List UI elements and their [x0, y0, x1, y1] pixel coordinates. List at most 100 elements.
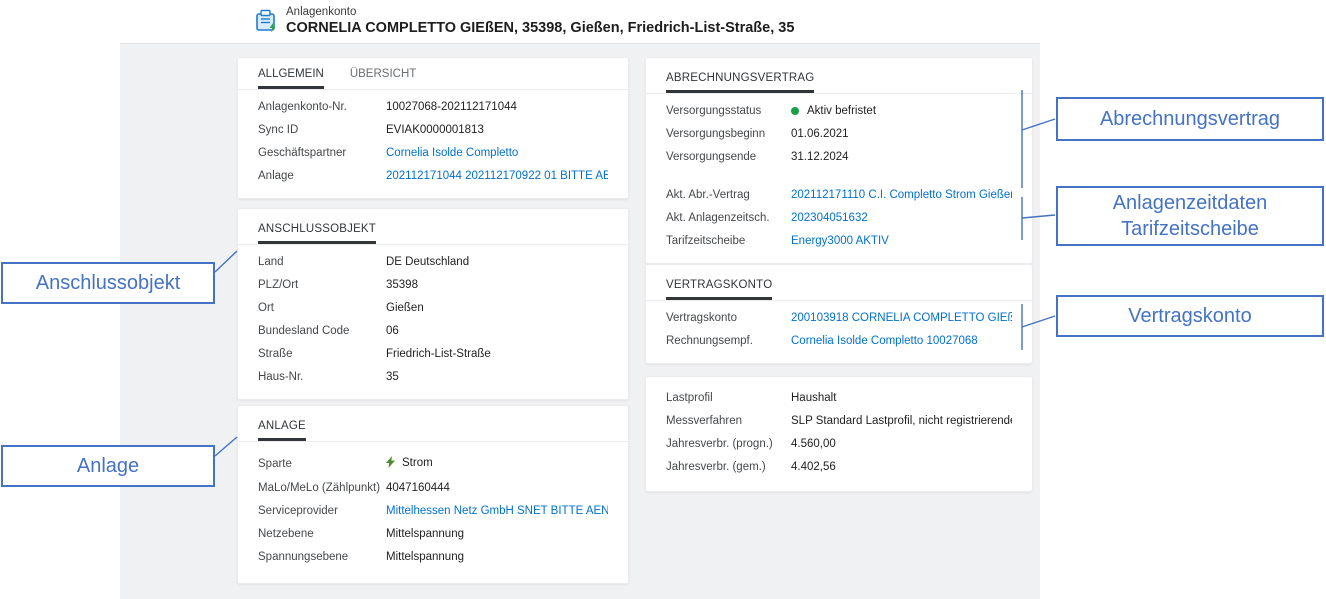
field-row: Ort Gießen — [238, 297, 628, 320]
field-label: Sparte — [258, 457, 386, 472]
field-row: Messverfahren SLP Standard Lastprofil, n… — [646, 410, 1032, 433]
screen: Anlagenkonto CORNELIA COMPLETTO GIEßEN, … — [0, 0, 1326, 599]
field-label: Sync ID — [258, 123, 386, 138]
geschaeftspartner-link[interactable]: Cornelia Isolde Completto — [386, 146, 608, 161]
field-label: Rechnungsempf. — [666, 334, 791, 349]
card-title: ANLAGE — [258, 420, 306, 441]
anlagenkonto-icon — [253, 8, 280, 35]
serviceprovider-link[interactable]: Mittelhessen Netz GmbH SNET BITTE AENDER… — [386, 504, 608, 519]
field-row: Spannungsebene Mittelspannung — [238, 546, 628, 569]
field-label: Straße — [258, 347, 386, 362]
field-value: 06 — [386, 324, 608, 339]
anlagenzeitscheibe-link[interactable]: 202304051632 — [791, 211, 1012, 226]
field-value: Gießen — [386, 301, 608, 316]
field-row: Straße Friedrich-List-Straße — [238, 343, 628, 366]
sparte-value: Strom — [402, 457, 433, 469]
field-value: Friedrich-List-Straße — [386, 347, 608, 362]
field-label: Akt. Abr.-Vertrag — [666, 188, 791, 203]
field-row: Anlage 202112171044 202112170922 01 BITT… — [238, 165, 628, 188]
abrechnungsvertrag-card: ABRECHNUNGSVERTRAG Versorgungsstatus Akt… — [645, 57, 1033, 264]
field-label: Vertragskonto — [666, 311, 791, 326]
field-rows: Lastprofil Haushalt Messverfahren SLP St… — [646, 377, 1032, 491]
field-label: Jahresverbr. (gem.) — [666, 460, 791, 475]
rechnungsempfaenger-link[interactable]: Cornelia Isolde Completto 10027068 — [791, 334, 1012, 349]
field-row: Akt. Abr.-Vertrag 202112171110 C.I. Comp… — [646, 184, 1032, 207]
field-label: Akt. Anlagenzeitsch. — [666, 211, 791, 226]
field-value: 4.402,56 — [791, 460, 1012, 475]
verbrauch-card: Lastprofil Haushalt Messverfahren SLP St… — [645, 376, 1033, 492]
field-label: Messverfahren — [666, 414, 791, 429]
versorgungsstatus-text: Aktiv befristet — [807, 105, 876, 117]
field-label: Anlagenkonto-Nr. — [258, 100, 386, 115]
field-value: 01.06.2021 — [791, 127, 1012, 142]
card-header: ABRECHNUNGSVERTRAG — [646, 58, 1032, 94]
field-row: Sparte Strom — [238, 452, 628, 477]
field-row: Vertragskonto 200103918 CORNELIA COMPLET… — [646, 307, 1032, 330]
field-value: 35 — [386, 370, 608, 385]
field-value: 10027068-202112171044 — [386, 100, 608, 115]
field-label: Versorgungsende — [666, 150, 791, 165]
field-row: Netzebene Mittelspannung — [238, 523, 628, 546]
entity-type-label: Anlagenkonto — [286, 6, 356, 18]
field-value: DE Deutschland — [386, 255, 608, 270]
field-label: Land — [258, 255, 386, 270]
field-row: Jahresverbr. (progn.) 4.560,00 — [646, 433, 1032, 456]
vertragskonto-link[interactable]: 200103918 CORNELIA COMPLETTO GIEßEN — [791, 311, 1012, 326]
callout-vertragskonto: Vertragskonto — [1056, 295, 1324, 337]
callout-text-line2: Tarifzeitscheibe — [1121, 216, 1259, 242]
row-spacer — [646, 169, 1032, 184]
anschlussobjekt-card: ANSCHLUSSOBJEKT Land DE Deutschland PLZ/… — [237, 208, 629, 400]
field-label: Bundesland Code — [258, 324, 386, 339]
app-header: Anlagenkonto CORNELIA COMPLETTO GIEßEN, … — [120, 0, 1040, 44]
field-value: EVIAK0000001813 — [386, 123, 608, 138]
field-row: Tarifzeitscheibe Energy3000 AKTIV — [646, 230, 1032, 253]
card-tabs: ALLGEMEIN ÜBERSICHT — [238, 58, 628, 90]
field-label: Versorgungsstatus — [666, 104, 791, 119]
card-title: ANSCHLUSSOBJEKT — [258, 223, 376, 244]
field-rows: Vertragskonto 200103918 CORNELIA COMPLET… — [646, 301, 1032, 363]
field-label: Jahresverbr. (progn.) — [666, 437, 791, 452]
card-title: VERTRAGSKONTO — [666, 279, 772, 300]
anlage-card: ANLAGE Sparte Strom MaLo/MeLo (Zählpunkt… — [237, 405, 629, 584]
field-row: Serviceprovider Mittelhessen Netz GmbH S… — [238, 500, 628, 523]
field-row: Lastprofil Haushalt — [646, 387, 1032, 410]
field-label: Haus-Nr. — [258, 370, 386, 385]
field-label: Tarifzeitscheibe — [666, 234, 791, 249]
anlage-link[interactable]: 202112171044 202112170922 01 BITTE AENDE… — [386, 169, 608, 184]
field-row: Versorgungsstatus Aktiv befristet — [646, 100, 1032, 123]
field-label: Versorgungsbeginn — [666, 127, 791, 142]
field-row: Bundesland Code 06 — [238, 320, 628, 343]
card-header: ANSCHLUSSOBJEKT — [238, 209, 628, 245]
field-row: Land DE Deutschland — [238, 251, 628, 274]
field-rows: Sparte Strom MaLo/MeLo (Zählpunkt) 40471… — [238, 442, 628, 583]
abr-vertrag-link[interactable]: 202112171110 C.I. Completto Strom Gießen — [791, 188, 1012, 203]
field-value: SLP Standard Lastprofil, nicht registrie… — [791, 414, 1012, 429]
field-rows: Land DE Deutschland PLZ/Ort 35398 Ort Gi… — [238, 245, 628, 399]
field-value: Mittelspannung — [386, 527, 608, 542]
callout-abrechnungsvertrag: Abrechnungsvertrag — [1056, 97, 1324, 141]
field-value: 4047160444 — [386, 481, 608, 496]
electricity-icon — [386, 456, 396, 473]
callout-text-line1: Anlagenzeitdaten — [1113, 190, 1268, 216]
field-row: Anlagenkonto-Nr. 10027068-202112171044 — [238, 96, 628, 119]
field-label: Lastprofil — [666, 391, 791, 406]
status-dot-green — [791, 107, 799, 115]
field-value: Strom — [386, 456, 608, 473]
field-row: Rechnungsempf. Cornelia Isolde Completto… — [646, 330, 1032, 353]
field-row: Geschäftspartner Cornelia Isolde Complet… — [238, 142, 628, 165]
field-label: Serviceprovider — [258, 504, 386, 519]
field-rows: Versorgungsstatus Aktiv befristet Versor… — [646, 94, 1032, 263]
callout-text: Vertragskonto — [1128, 303, 1251, 329]
field-row: Haus-Nr. 35 — [238, 366, 628, 389]
card-title: ABRECHNUNGSVERTRAG — [666, 72, 814, 93]
field-row: Jahresverbr. (gem.) 4.402,56 — [646, 456, 1032, 479]
tab-uebersicht[interactable]: ÜBERSICHT — [350, 68, 416, 89]
field-label: Ort — [258, 301, 386, 316]
field-row: Sync ID EVIAK0000001813 — [238, 119, 628, 142]
tarifzeitscheibe-link[interactable]: Energy3000 AKTIV — [791, 234, 1012, 249]
callout-text: Abrechnungsvertrag — [1100, 106, 1280, 132]
tab-allgemein[interactable]: ALLGEMEIN — [258, 68, 324, 89]
field-label: Spannungsebene — [258, 550, 386, 565]
field-label: Anlage — [258, 169, 386, 184]
field-value: 31.12.2024 — [791, 150, 1012, 165]
